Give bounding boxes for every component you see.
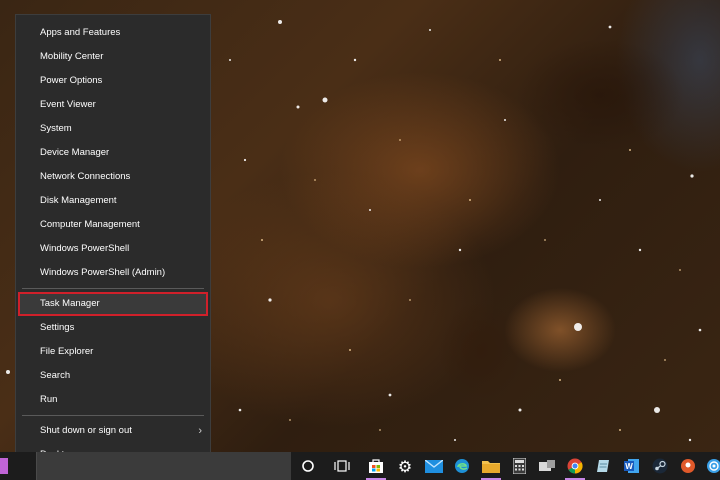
devices-icon[interactable]: [533, 452, 561, 480]
calculator-icon[interactable]: [505, 452, 533, 480]
start-button[interactable]: [0, 458, 8, 474]
menu-item-computer-management[interactable]: Computer Management: [16, 213, 210, 237]
svg-text:W: W: [625, 462, 633, 471]
chevron-right-icon: ›: [198, 425, 202, 437]
menu-item-disk-management[interactable]: Disk Management: [16, 189, 210, 213]
file-explorer-icon[interactable]: [477, 452, 505, 480]
microsoft-store-icon[interactable]: [362, 452, 390, 480]
cortana-icon[interactable]: [294, 452, 322, 480]
menu-item-label: Shut down or sign out: [40, 425, 132, 436]
desktop-wallpaper: Apps and Features Mobility Center Power …: [0, 0, 720, 480]
taskbar-search-box[interactable]: [36, 452, 291, 480]
edge-icon[interactable]: [448, 452, 476, 480]
menu-item-windows-powershell[interactable]: Windows PowerShell: [16, 237, 210, 261]
menu-item-apps-and-features[interactable]: Apps and Features: [16, 21, 210, 45]
quick-link-menu: Apps and Features Mobility Center Power …: [15, 14, 211, 472]
menu-item-mobility-center[interactable]: Mobility Center: [16, 45, 210, 69]
menu-item-run[interactable]: Run: [16, 388, 210, 412]
task-view-icon[interactable]: [328, 452, 356, 480]
swirl-app-icon[interactable]: [700, 452, 720, 480]
taskbar: ⚙ W: [0, 452, 720, 480]
menu-item-network-connections[interactable]: Network Connections: [16, 165, 210, 189]
notepad-icon[interactable]: [590, 452, 618, 480]
settings-gear-icon[interactable]: ⚙: [391, 452, 419, 480]
maps-pin-icon[interactable]: [674, 452, 702, 480]
menu-item-windows-powershell-admin[interactable]: Windows PowerShell (Admin): [16, 261, 210, 285]
menu-item-event-viewer[interactable]: Event Viewer: [16, 93, 210, 117]
steam-icon[interactable]: [646, 452, 674, 480]
menu-item-settings[interactable]: Settings: [16, 316, 210, 340]
chrome-icon[interactable]: [561, 452, 589, 480]
menu-item-system[interactable]: System: [16, 117, 210, 141]
menu-item-power-options[interactable]: Power Options: [16, 69, 210, 93]
menu-item-search[interactable]: Search: [16, 364, 210, 388]
menu-item-task-manager[interactable]: Task Manager: [18, 292, 208, 316]
word-icon[interactable]: W: [618, 452, 646, 480]
menu-separator: [22, 415, 204, 416]
menu-separator: [22, 288, 204, 289]
mail-icon[interactable]: [420, 452, 448, 480]
menu-item-file-explorer[interactable]: File Explorer: [16, 340, 210, 364]
menu-item-shut-down-or-sign-out[interactable]: Shut down or sign out ›: [16, 419, 210, 443]
menu-item-device-manager[interactable]: Device Manager: [16, 141, 210, 165]
